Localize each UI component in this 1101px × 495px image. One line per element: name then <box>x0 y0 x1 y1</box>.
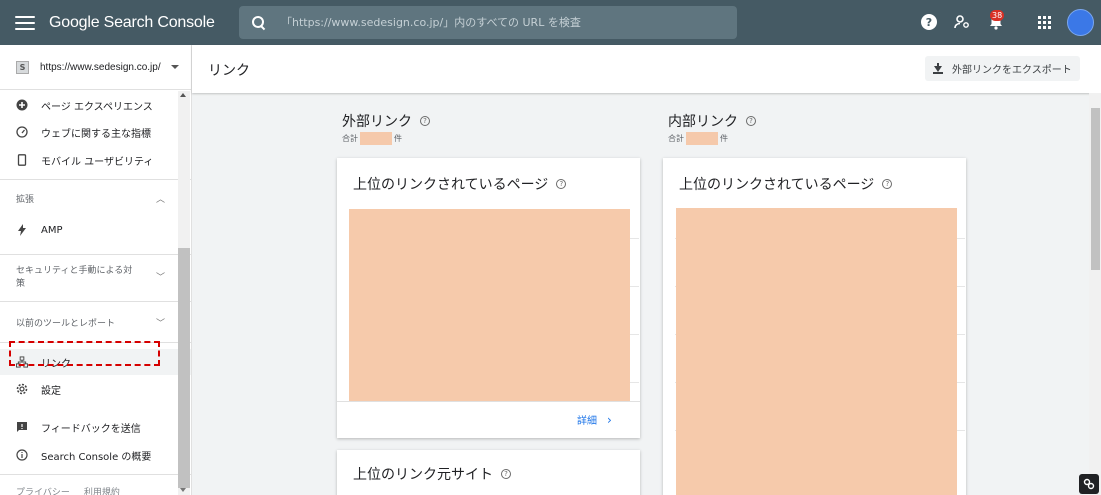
section-label: セキュリティと手動による対策 <box>16 266 133 289</box>
card-external-top-linking-sites: 上位のリンク元サイト ? <box>337 450 640 495</box>
sidebar-item-page-experience[interactable]: ページ エクスペリエンス <box>0 92 191 118</box>
gear-icon <box>16 383 28 395</box>
redacted-value <box>360 132 392 145</box>
total-prefix: 合計 <box>342 134 358 143</box>
top-app-bar: Google Search Console ? 38 <box>0 0 1101 45</box>
sidebar-item-about[interactable]: Search Console の概要 <box>0 441 191 469</box>
sidebar-item-amp[interactable]: AMP <box>0 216 191 244</box>
section-legacy-tools[interactable]: 以前のツールとレポート ﹀ <box>0 302 191 342</box>
download-icon <box>933 63 943 74</box>
sidebar-item-core-web-vitals[interactable]: ウェブに関する主な指標 <box>0 118 191 146</box>
sidebar-footer: プライバシー 利用規約 <box>0 485 191 495</box>
help-circle-icon[interactable]: ? <box>882 179 893 189</box>
export-label: 外部リンクをエクスポート <box>952 65 1072 76</box>
plus-circle-icon <box>16 99 28 111</box>
redacted-value <box>686 132 718 145</box>
details-label: 詳細 <box>577 416 597 427</box>
help-circle-icon[interactable]: ? <box>746 116 756 126</box>
page-title: リンク <box>208 63 250 79</box>
help-circle-icon[interactable]: ? <box>420 116 430 126</box>
account-avatar[interactable] <box>1067 9 1094 36</box>
external-links-total: 合計 件 <box>342 132 402 145</box>
sidebar-scrollbar-thumb[interactable] <box>178 248 190 488</box>
section-enhancements[interactable]: 拡張 ︿ <box>0 180 191 216</box>
card-internal-top-linked-pages: 上位のリンクされているページ ? <box>663 158 966 495</box>
link-chain-icon[interactable] <box>1079 474 1099 494</box>
chevron-down-icon: ﹀ <box>155 272 165 283</box>
internal-links-title: 内部リンク <box>668 114 738 130</box>
sidebar-item-label: モバイル ユーザビリティ <box>41 156 154 168</box>
sidebar-item-label: ページ エクスペリエンス <box>41 101 153 113</box>
apps-grid-icon[interactable] <box>1038 16 1051 29</box>
sidebar-item-label: 設定 <box>41 385 61 397</box>
total-prefix: 合計 <box>668 134 684 143</box>
sidebar-item-label: フィードバックを送信 <box>41 423 141 435</box>
notification-badge: 38 <box>990 10 1005 21</box>
gauge-icon <box>16 126 28 138</box>
search-input[interactable] <box>281 16 721 29</box>
sidebar-item-label: ウェブに関する主な指標 <box>41 128 151 140</box>
property-favicon-icon: S <box>16 60 29 74</box>
property-url: https://www.sedesign.co.jp/ <box>40 61 161 73</box>
scroll-down-arrow-icon[interactable] <box>180 488 186 492</box>
section-label: 拡張 <box>16 194 35 205</box>
sidebar: S https://www.sedesign.co.jp/ ページ エクスペリエ… <box>0 45 192 495</box>
section-label: 以前のツールとレポート <box>16 318 116 329</box>
sidebar-item-label: リンク <box>41 358 71 370</box>
card-title: 上位のリンク元サイト ? <box>353 464 511 484</box>
phone-icon <box>16 154 28 166</box>
scroll-up-arrow-icon[interactable] <box>180 93 186 97</box>
total-suffix: 件 <box>394 134 402 143</box>
app-title[interactable]: Google Search Console <box>49 14 215 32</box>
redacted-table <box>349 209 630 401</box>
links-network-icon <box>16 356 28 368</box>
menu-icon[interactable] <box>15 15 35 30</box>
feedback-icon <box>16 421 28 433</box>
page-header: リンク 外部リンクをエクスポート <box>192 45 1101 93</box>
export-external-links-button[interactable]: 外部リンクをエクスポート <box>925 56 1080 81</box>
terms-link[interactable]: 利用規約 <box>84 485 120 495</box>
card-title-text: 上位のリンク元サイト <box>353 467 493 483</box>
internal-links-total: 合計 件 <box>668 132 728 145</box>
card-title-text: 上位のリンクされているページ <box>679 177 875 193</box>
external-links-heading: 外部リンク ? <box>342 111 430 131</box>
help-icon[interactable]: ? <box>921 14 937 30</box>
external-links-title: 外部リンク <box>342 114 412 130</box>
details-link[interactable]: 詳細 › <box>577 412 612 428</box>
sidebar-item-feedback[interactable]: フィードバックを送信 <box>0 413 191 441</box>
help-circle-icon[interactable]: ? <box>556 179 567 189</box>
sidebar-item-links[interactable]: リンク <box>0 349 191 375</box>
sidebar-item-settings[interactable]: 設定 <box>0 375 191 403</box>
card-title-text: 上位のリンクされているページ <box>353 177 549 193</box>
total-suffix: 件 <box>720 134 728 143</box>
card-external-top-linked-pages: 上位のリンクされているページ ? 詳細 › <box>337 158 640 438</box>
sidebar-item-mobile-usability[interactable]: モバイル ユーザビリティ <box>0 146 191 174</box>
search-icon <box>252 15 266 30</box>
help-circle-icon[interactable]: ? <box>501 469 511 479</box>
section-security[interactable]: セキュリティと手動による対策 ﹀ <box>0 255 191 301</box>
internal-links-heading: 内部リンク ? <box>668 111 756 131</box>
property-selector[interactable]: S https://www.sedesign.co.jp/ <box>0 45 191 90</box>
sidebar-item-label: AMP <box>41 224 63 236</box>
info-icon <box>16 449 28 461</box>
card-title: 上位のリンクされているページ ? <box>353 174 567 194</box>
user-settings-icon[interactable] <box>953 13 971 31</box>
chevron-up-icon: ︿ <box>155 194 165 205</box>
sidebar-item-label: Search Console の概要 <box>41 451 152 463</box>
main-scrollbar-thumb[interactable] <box>1091 108 1100 270</box>
chevron-down-icon: ﹀ <box>155 318 165 329</box>
caret-down-icon <box>171 65 179 69</box>
redacted-table <box>676 208 957 495</box>
url-inspection-search[interactable] <box>239 6 737 39</box>
chevron-right-icon: › <box>607 412 612 427</box>
privacy-link[interactable]: プライバシー <box>16 485 70 495</box>
lightning-icon <box>16 224 28 236</box>
card-title: 上位のリンクされているページ ? <box>679 174 893 194</box>
divider <box>337 401 640 402</box>
